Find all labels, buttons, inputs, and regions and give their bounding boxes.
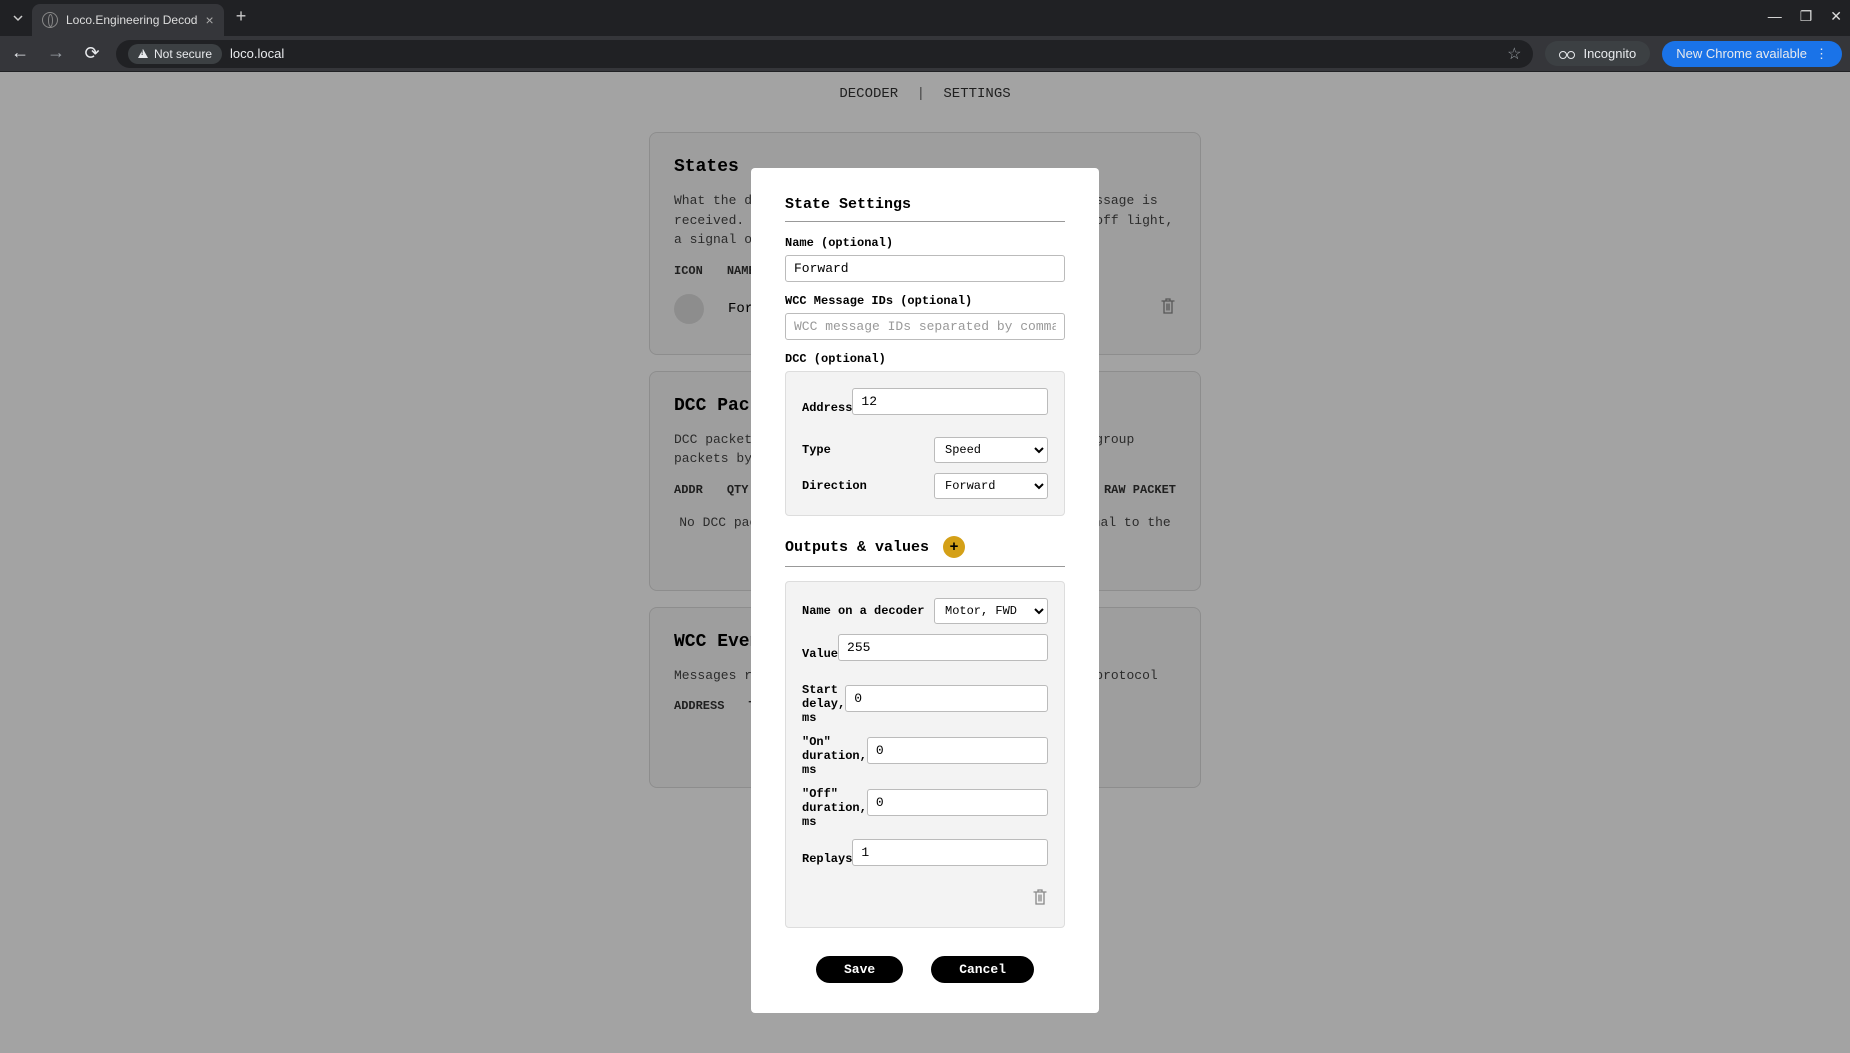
page-viewport: DECODER | SETTINGS States What the decod… [0,72,1850,1053]
incognito-indicator[interactable]: Incognito [1545,41,1650,66]
forward-button[interactable]: → [44,44,68,64]
start-delay-label: Start delay, ms [802,683,845,725]
browser-toolbar: ← → ⟳ Not secure loco.local ☆ Incognito … [0,36,1850,72]
cancel-button[interactable]: Cancel [931,956,1034,983]
output-name-select[interactable]: Motor, FWD [934,598,1048,624]
address-bar[interactable]: Not secure loco.local ☆ [116,40,1533,68]
tab-title: Loco.Engineering Decod [66,13,197,27]
add-output-button[interactable]: + [943,536,965,558]
update-label: New Chrome available [1676,46,1807,61]
address-label: Address [802,401,852,415]
chrome-update-button[interactable]: New Chrome available ⋮ [1662,41,1842,67]
name-label: Name (optional) [785,236,1065,250]
outputs-title: Outputs & values [785,539,929,556]
maximize-icon[interactable]: ❐ [1800,8,1813,25]
start-delay-input[interactable] [845,685,1048,712]
address-input[interactable] [852,388,1048,415]
tab-search-dropdown[interactable] [8,8,28,28]
menu-dots-icon: ⋮ [1815,46,1828,62]
state-settings-modal: State Settings Name (optional) WCC Messa… [751,168,1099,1013]
reload-button[interactable]: ⟳ [80,43,104,65]
output-value-label: Value [802,647,838,661]
back-button[interactable]: ← [8,44,32,64]
type-label: Type [802,443,934,457]
on-duration-input[interactable] [867,737,1048,764]
name-input[interactable] [785,255,1065,282]
window-controls: — ❐ ✕ [1768,8,1842,25]
outputs-section-header: Outputs & values + [785,536,1065,567]
modal-overlay[interactable]: State Settings Name (optional) WCC Messa… [0,72,1850,1053]
modal-title: State Settings [785,196,1065,222]
url-text: loco.local [230,46,284,61]
close-window-icon[interactable]: ✕ [1830,8,1842,25]
globe-icon [42,12,58,28]
output-value-input[interactable] [838,634,1048,661]
new-tab-button[interactable]: + [236,8,247,28]
modal-button-row: Save Cancel [785,956,1065,983]
output-settings-box: Name on a decoder Motor, FWD Value Start… [785,581,1065,928]
security-label: Not secure [154,47,212,61]
off-duration-label: "Off" duration, ms [802,787,867,829]
on-duration-label: "On" duration, ms [802,735,867,777]
save-button[interactable]: Save [816,956,903,983]
incognito-icon [1559,49,1575,59]
dcc-settings-box: Address Type Speed Direction Forward [785,371,1065,516]
off-duration-input[interactable] [867,789,1048,816]
bookmark-star-icon[interactable]: ☆ [1507,44,1521,64]
replays-label: Replays [802,852,852,866]
output-name-label: Name on a decoder [802,604,934,618]
dcc-label: DCC (optional) [785,352,1065,366]
direction-label: Direction [802,479,934,493]
direction-select[interactable]: Forward [934,473,1048,499]
type-select[interactable]: Speed [934,437,1048,463]
delete-output-icon[interactable] [1032,888,1048,911]
close-tab-icon[interactable]: × [205,12,213,28]
replays-input[interactable] [852,839,1048,866]
minimize-icon[interactable]: — [1768,8,1782,25]
security-chip[interactable]: Not secure [128,44,222,64]
incognito-label: Incognito [1583,46,1636,61]
wcc-ids-label: WCC Message IDs (optional) [785,294,1065,308]
wcc-ids-input[interactable] [785,313,1065,340]
warning-icon [138,49,148,58]
browser-tab-strip: Loco.Engineering Decod × + — ❐ ✕ [0,0,1850,36]
browser-tab[interactable]: Loco.Engineering Decod × [32,4,224,36]
